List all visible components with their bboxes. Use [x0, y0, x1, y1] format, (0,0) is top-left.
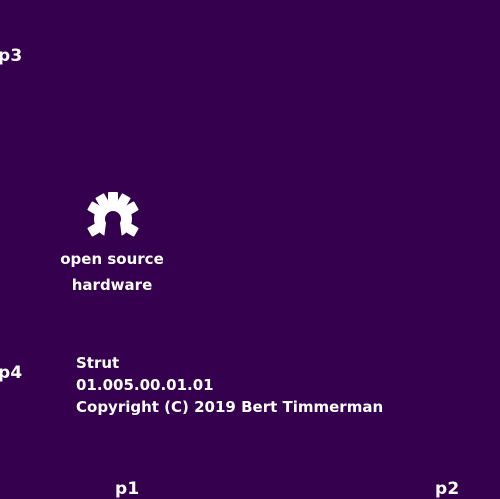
open-source-hardware-logo: open source hardware: [58, 190, 166, 300]
pad-label-p4: p4: [0, 363, 23, 383]
pad-label-p2: p2: [435, 479, 460, 499]
board-copyright: Copyright (C) 2019 Bert Timmerman: [76, 398, 384, 416]
board-info-block: Strut 01.005.00.01.01 Copyright (C) 2019…: [76, 352, 383, 418]
open-source-hardware-gear-icon: [87, 192, 139, 246]
pad-label-p3: p3: [0, 46, 23, 66]
logo-text-open-source: open source: [60, 250, 164, 268]
board-version: 01.005.00.01.01: [76, 376, 214, 394]
pad-label-p1: p1: [115, 479, 140, 499]
pcb-silkscreen-canvas: p3 p4 p1 p2 open source hardware Strut 0…: [0, 0, 500, 499]
logo-text-hardware: hardware: [71, 276, 153, 294]
board-name: Strut: [76, 354, 120, 372]
